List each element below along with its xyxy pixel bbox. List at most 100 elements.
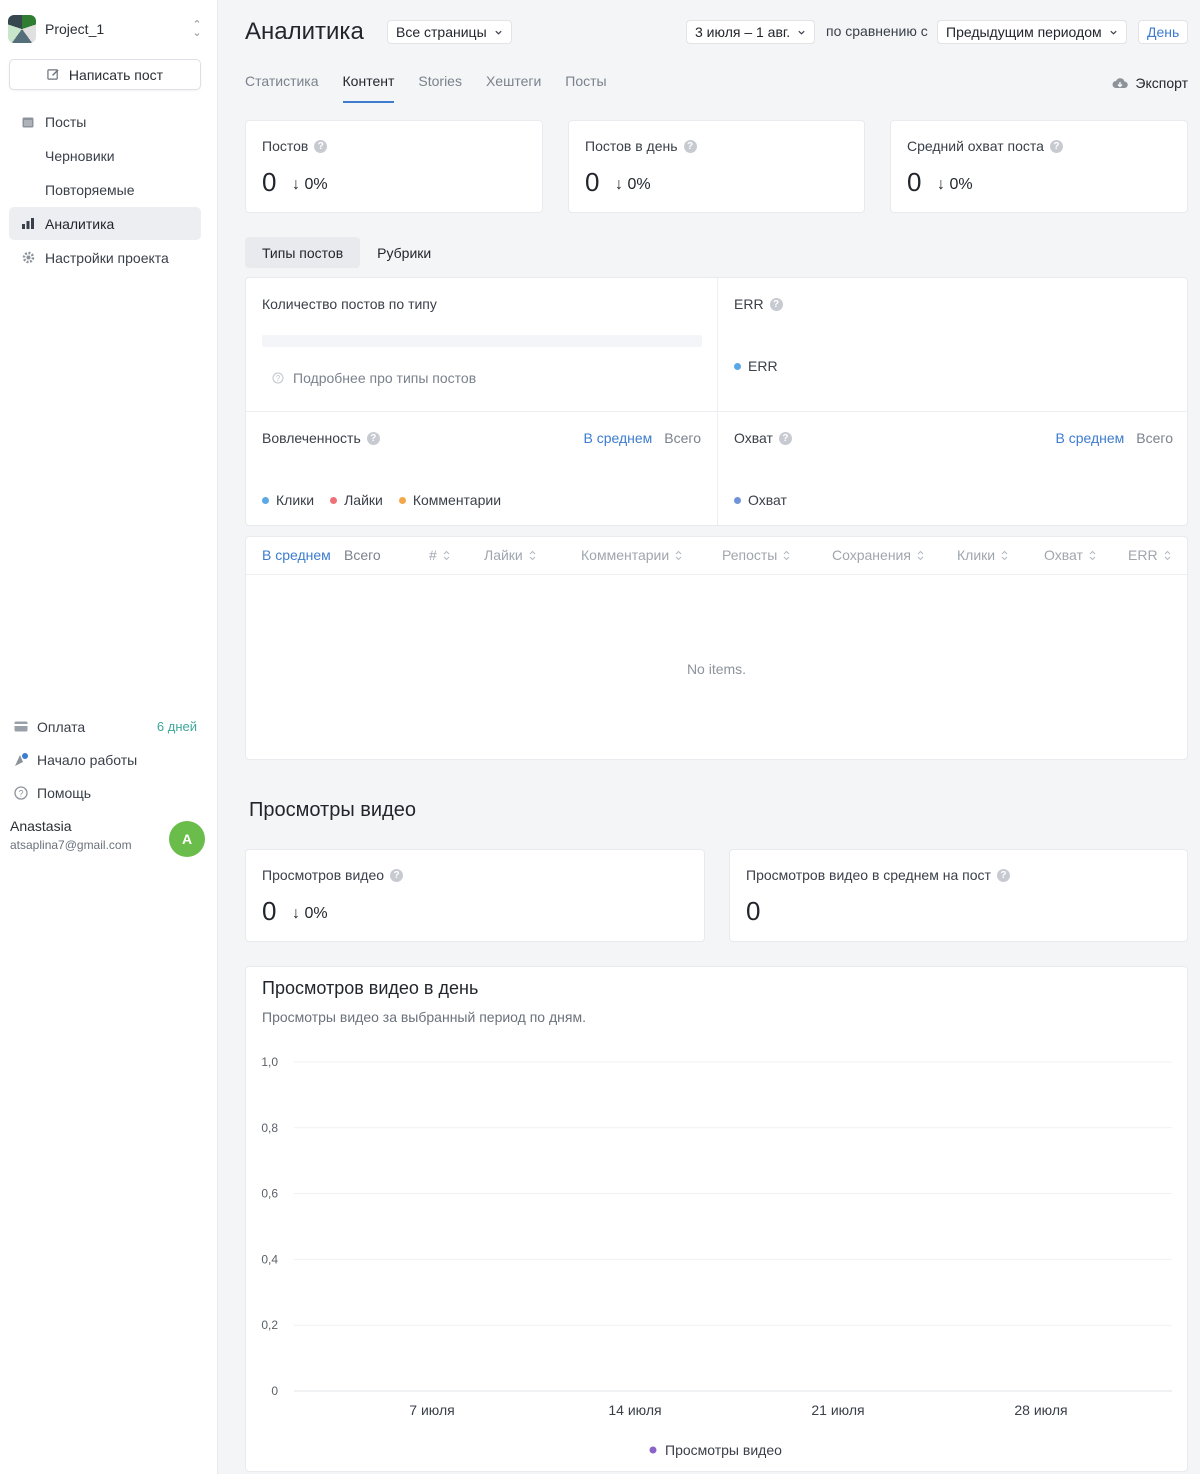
- err-panel: ERR? ERR: [718, 278, 1189, 411]
- sidebar-item-recurring[interactable]: Повторяемые: [9, 173, 201, 206]
- project-avatar: [8, 15, 36, 43]
- sidebar-bottom-nav: Оплата 6 дней Начало работы ? Помощь: [9, 710, 201, 809]
- date-range-value: 3 июля – 1 авг.: [695, 24, 791, 40]
- table-toggle-avg[interactable]: В среднем: [262, 547, 331, 563]
- cloud-download-icon: [1112, 78, 1129, 88]
- y-tick-label: 0,2: [261, 1318, 278, 1332]
- column-label: Комментарии: [581, 547, 670, 563]
- tab-hashtags[interactable]: Хештеги: [486, 73, 541, 103]
- y-tick-label: 0: [271, 1384, 278, 1398]
- chevron-down-icon: [798, 30, 805, 35]
- help-icon[interactable]: ?: [996, 868, 1010, 882]
- engagement-panel: Вовлеченность? В среднем Всего Клики Лай…: [246, 412, 717, 527]
- panel-title-text: Вовлеченность: [262, 430, 361, 446]
- kpi-value: 0: [907, 167, 922, 197]
- help-icon[interactable]: ?: [390, 868, 404, 882]
- legend-dot: [398, 496, 406, 504]
- pages-select[interactable]: Все страницы: [387, 20, 512, 44]
- sidebar-item-payment[interactable]: Оплата 6 дней: [9, 710, 201, 743]
- column-label: Клики: [957, 547, 996, 563]
- column-label: ERR: [1128, 547, 1158, 563]
- column-header-reach[interactable]: Охват: [1044, 547, 1096, 563]
- tab-stories[interactable]: Stories: [418, 73, 462, 103]
- sidebar-item-help[interactable]: ? Помощь: [9, 776, 201, 809]
- y-tick-label: 1,0: [261, 1055, 278, 1069]
- legend-dot: [262, 496, 269, 504]
- column-header-reposts[interactable]: Репосты: [722, 547, 790, 563]
- post-types-panel: Количество постов по типу ? Подробнее пр…: [246, 278, 717, 411]
- column-header-number[interactable]: #: [429, 547, 450, 563]
- toggle-total[interactable]: Всего: [1136, 430, 1173, 446]
- toggle-avg[interactable]: В среднем: [583, 430, 652, 446]
- column-header-likes[interactable]: Лайки: [484, 547, 536, 563]
- pages-select-value: Все страницы: [396, 24, 487, 40]
- segment-post-types[interactable]: Типы постов: [245, 237, 361, 268]
- help-icon[interactable]: ?: [683, 139, 697, 153]
- kpi-posts-per-day-card: Постов в день? 0 ↓ 0%: [568, 120, 865, 213]
- column-label: Сохранения: [832, 547, 911, 563]
- sidebar-item-project-settings[interactable]: Настройки проекта: [9, 241, 201, 274]
- x-tick-label: 21 июля: [811, 1402, 864, 1418]
- post-types-bar: [262, 335, 702, 347]
- column-header-clicks[interactable]: Клики: [957, 547, 1008, 563]
- legend-item-likes: Лайки: [330, 492, 383, 508]
- credit-card-icon: [13, 719, 29, 735]
- help-icon[interactable]: ?: [366, 431, 380, 445]
- panel-title: Вовлеченность?: [262, 430, 380, 446]
- segment-categories[interactable]: Рубрики: [360, 237, 448, 268]
- tab-statistics[interactable]: Статистика: [245, 73, 319, 103]
- project-switcher[interactable]: Project_1 ⌃ ⌄: [8, 14, 203, 44]
- sidebar-item-getting-started[interactable]: Начало работы: [9, 743, 201, 776]
- avg-total-toggle: В среднем Всего: [583, 430, 701, 446]
- sort-icon: [529, 550, 536, 560]
- tab-content[interactable]: Контент: [342, 73, 395, 103]
- kpi-value: 0: [262, 167, 277, 197]
- main-content: Аналитика Все страницы 3 июля – 1 авг. п…: [218, 0, 1200, 1474]
- column-label: Репосты: [722, 547, 778, 563]
- avatar[interactable]: A: [169, 821, 205, 857]
- compare-period-value: Предыдущим периодом: [946, 24, 1102, 40]
- sort-icon: [675, 550, 682, 560]
- help-circle-icon: ?: [13, 785, 29, 801]
- post-types-more-link[interactable]: ? Подробнее про типы постов: [272, 370, 476, 386]
- help-icon[interactable]: ?: [778, 431, 792, 445]
- kpi-label-text: Постов в день: [585, 138, 678, 154]
- rocket-icon: [13, 752, 29, 768]
- user-profile[interactable]: Anastasia atsaplina7@gmail.com A: [10, 818, 206, 862]
- table-toggle-total[interactable]: Всего: [344, 547, 381, 563]
- toggle-total[interactable]: Всего: [664, 430, 701, 446]
- write-post-button[interactable]: Написать пост: [9, 59, 201, 90]
- sidebar-item-analytics[interactable]: Аналитика: [9, 207, 201, 240]
- column-header-err[interactable]: ERR: [1128, 547, 1171, 563]
- getting-started-label: Начало работы: [37, 751, 138, 768]
- kpi-video-views-card: Просмотров видео? 0 ↓ 0%: [245, 849, 705, 942]
- kpi-delta: ↓ 0%: [615, 176, 651, 193]
- reach-legend: Охват: [734, 492, 787, 508]
- panel-title: Количество постов по типу: [262, 296, 437, 312]
- column-header-comments[interactable]: Комментарии: [581, 547, 682, 563]
- date-range-select[interactable]: 3 июля – 1 авг.: [686, 20, 816, 44]
- help-icon[interactable]: ?: [1049, 139, 1063, 153]
- sidebar-item-posts[interactable]: Посты: [9, 105, 201, 138]
- export-button[interactable]: Экспорт: [1112, 75, 1188, 91]
- granularity-select[interactable]: День: [1138, 20, 1189, 44]
- err-legend: ERR: [734, 358, 778, 374]
- table-header: В среднем Всего # Лайки Комментарии Репо…: [246, 537, 1187, 575]
- tab-posts[interactable]: Посты: [565, 73, 606, 103]
- compare-period-select[interactable]: Предыдущим периодом: [937, 20, 1127, 44]
- legend-dot: [734, 362, 741, 370]
- svg-text:?: ?: [276, 374, 281, 383]
- sidebar-item-label: Аналитика: [45, 215, 115, 232]
- y-tick-label: 0,6: [261, 1187, 278, 1201]
- video-views-chart: 1,0 0,8 0,6 0,4 0,2 0 7 июля 14 июля 21 июля 28 и…: [261, 1055, 1172, 1458]
- export-label: Экспорт: [1135, 75, 1188, 91]
- help-icon[interactable]: ?: [769, 297, 783, 311]
- legend-label[interactable]: Просмотры видео: [665, 1442, 782, 1458]
- column-header-saves[interactable]: Сохранения: [832, 547, 924, 563]
- legend-label: Клики: [276, 492, 315, 508]
- kpi-label-text: Постов: [262, 138, 309, 154]
- help-icon[interactable]: ?: [314, 139, 328, 153]
- sidebar-item-drafts[interactable]: Черновики: [9, 139, 201, 172]
- bar-chart-icon: [21, 217, 35, 231]
- toggle-avg[interactable]: В среднем: [1055, 430, 1124, 446]
